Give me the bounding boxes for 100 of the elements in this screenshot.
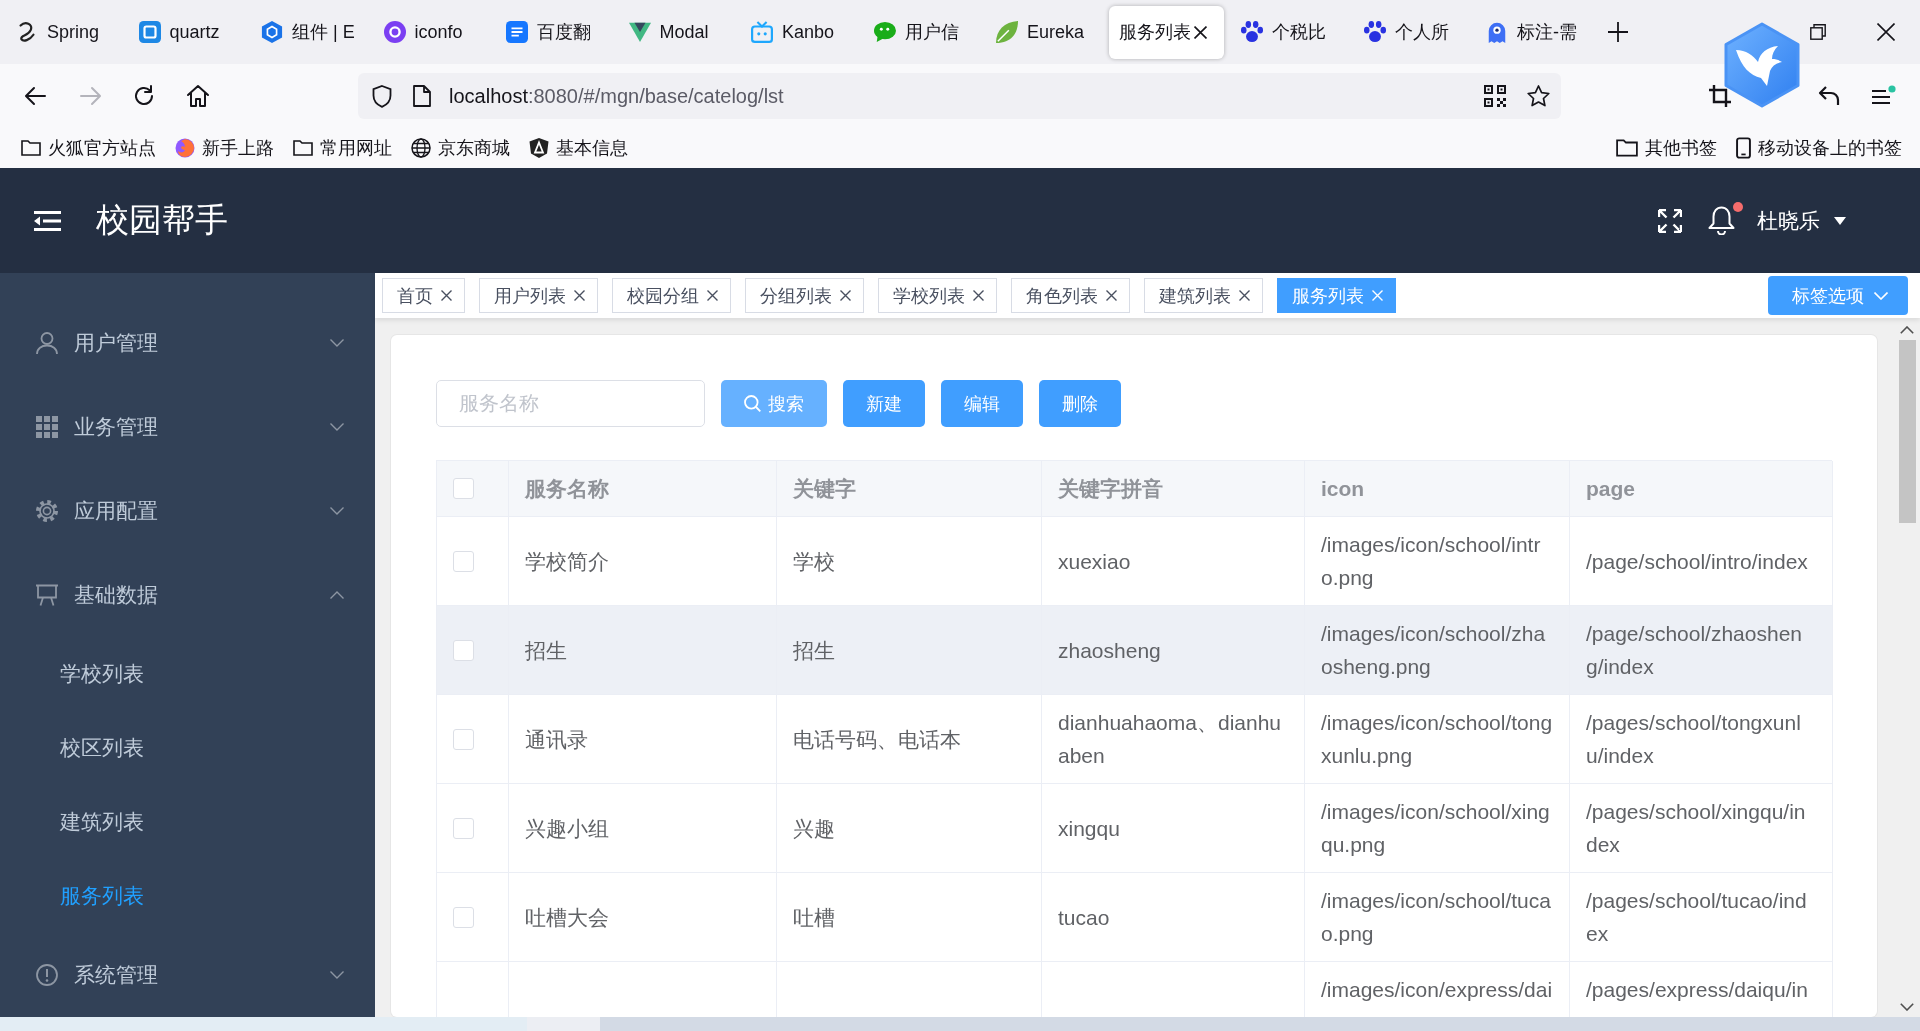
sidebar-item[interactable]: 基础数据: [0, 553, 375, 637]
sidebar-item[interactable]: 业务管理: [0, 385, 375, 469]
sidebar-subitem[interactable]: 建筑列表: [0, 785, 375, 859]
tv-icon: [751, 21, 773, 43]
sidebar-subitem[interactable]: 服务列表: [0, 859, 375, 933]
menu-icon[interactable]: [1872, 85, 1896, 107]
back-arrow-icon[interactable]: [24, 84, 48, 108]
close-icon[interactable]: [1877, 23, 1895, 41]
sidebar-item[interactable]: 用户管理: [0, 301, 375, 385]
crop-icon[interactable]: [1709, 85, 1731, 107]
leaf-icon: [996, 21, 1018, 43]
phone-icon: [1736, 137, 1751, 159]
folder-icon: [21, 138, 41, 158]
page-tag[interactable]: 分组列表: [745, 278, 864, 313]
close-icon[interactable]: [441, 290, 452, 301]
globe-icon: [411, 138, 431, 158]
sidebar-subitem[interactable]: 校区列表: [0, 711, 375, 785]
plus-icon[interactable]: [1607, 22, 1628, 42]
close-icon[interactable]: [1239, 290, 1250, 301]
browser-tab[interactable]: 组件 | E: [251, 5, 366, 59]
v-shape-icon: [628, 21, 651, 43]
scrollbar-thumb[interactable]: [1898, 340, 1916, 523]
close-icon[interactable]: [574, 290, 585, 301]
paw-icon: [1241, 21, 1263, 43]
bookmark[interactable]: 基本信息: [529, 136, 628, 160]
caret-down-icon: [1834, 216, 1846, 225]
star-icon[interactable]: [1527, 85, 1550, 107]
row-checkbox[interactable]: [453, 728, 474, 750]
search-field[interactable]: 服务名称: [436, 380, 705, 427]
user-menu[interactable]: 杜晓乐: [1757, 206, 1846, 235]
bookmark[interactable]: 其他书签: [1616, 136, 1717, 160]
circle-logo-icon: [383, 21, 406, 43]
select-all-checkbox[interactable]: [453, 478, 474, 499]
browser-tab[interactable]: Eureka: [986, 5, 1101, 59]
flame-globe-icon: [175, 138, 195, 158]
browser-tab[interactable]: 个税比: [1231, 5, 1346, 59]
page-tag[interactable]: 用户列表: [479, 278, 598, 313]
close-icon[interactable]: [707, 290, 718, 301]
close-icon[interactable]: [1106, 290, 1117, 301]
browser-tab[interactable]: Kanbo: [741, 5, 856, 59]
chevron-down-icon: [1874, 291, 1888, 300]
browser-tab[interactable]: 个人所: [1353, 5, 1469, 59]
bell-icon[interactable]: [1708, 206, 1735, 235]
bookmark[interactable]: 常用网址: [293, 136, 392, 160]
page-tag[interactable]: 建筑列表: [1144, 278, 1263, 313]
browser-tab[interactable]: 服务列表: [1108, 5, 1224, 59]
square-logo-icon: [138, 21, 161, 43]
user-icon: [36, 332, 58, 354]
hexagon-icon: [261, 21, 283, 43]
paw-icon: [1363, 21, 1386, 43]
ghost-icon: [1486, 21, 1508, 43]
page-icon: [413, 85, 431, 107]
bookmark[interactable]: 新手上路: [175, 136, 274, 160]
browser-tab[interactable]: 用户信: [863, 5, 979, 59]
shield-icon[interactable]: [372, 84, 392, 108]
qr-code-icon[interactable]: [1484, 85, 1506, 107]
row-checkbox[interactable]: [453, 639, 474, 661]
chat-bubble-icon: [873, 21, 896, 43]
chevron-down-icon[interactable]: [1900, 1003, 1914, 1011]
bookmark[interactable]: 移动设备上的书签: [1736, 136, 1902, 160]
close-icon[interactable]: [973, 290, 984, 301]
exclamation-circle-icon: [36, 964, 58, 986]
browser-tab[interactable]: quartz: [128, 5, 244, 59]
reload-icon[interactable]: [132, 84, 156, 108]
browser-tab[interactable]: Spring: [6, 5, 121, 59]
browser-tab[interactable]: Modal: [618, 5, 734, 59]
browser-tab[interactable]: 标注-需: [1476, 5, 1591, 59]
search-icon: [744, 395, 761, 412]
sidebar-subitem[interactable]: 学校列表: [0, 637, 375, 711]
browser-tab[interactable]: iconfo: [373, 5, 489, 59]
folder-icon: [1616, 137, 1638, 159]
grid-icon: [36, 416, 58, 438]
row-checkbox[interactable]: [453, 817, 474, 839]
row-checkbox[interactable]: [453, 906, 474, 928]
shield-logo-icon: [529, 138, 549, 158]
row-checkbox[interactable]: [453, 550, 474, 572]
chevron-up-icon[interactable]: [1900, 326, 1914, 334]
home-icon[interactable]: [186, 84, 210, 108]
gear-icon: [36, 500, 58, 522]
menu-icon[interactable]: [34, 209, 61, 232]
swirl-icon: [16, 21, 38, 43]
bookmark[interactable]: 火狐官方站点: [21, 136, 156, 160]
sidebar-item[interactable]: 系统管理: [0, 933, 375, 1017]
close-icon[interactable]: [840, 290, 851, 301]
undo-arrow-icon[interactable]: [1818, 86, 1840, 106]
page-tag[interactable]: 学校列表: [878, 278, 997, 313]
page-tag[interactable]: 校园分组: [612, 278, 731, 313]
easel-icon: [36, 584, 58, 606]
restore-icon[interactable]: [1810, 24, 1826, 40]
fullscreen-icon[interactable]: [1658, 208, 1682, 233]
address-bar[interactable]: localhost:8080/#/mgn/base/catelog/lst: [358, 73, 1561, 119]
page-tag[interactable]: 首页: [382, 278, 465, 313]
folder-icon: [293, 138, 313, 158]
close-icon[interactable]: [1193, 25, 1207, 39]
page-tag[interactable]: 角色列表: [1011, 278, 1130, 313]
sidebar-item[interactable]: 应用配置: [0, 469, 375, 553]
app-title: 校园帮手: [96, 200, 228, 240]
bookmark[interactable]: 京东商城: [411, 136, 510, 160]
browser-tab[interactable]: 百度翻: [496, 5, 611, 59]
square-tile-icon: [506, 21, 528, 43]
